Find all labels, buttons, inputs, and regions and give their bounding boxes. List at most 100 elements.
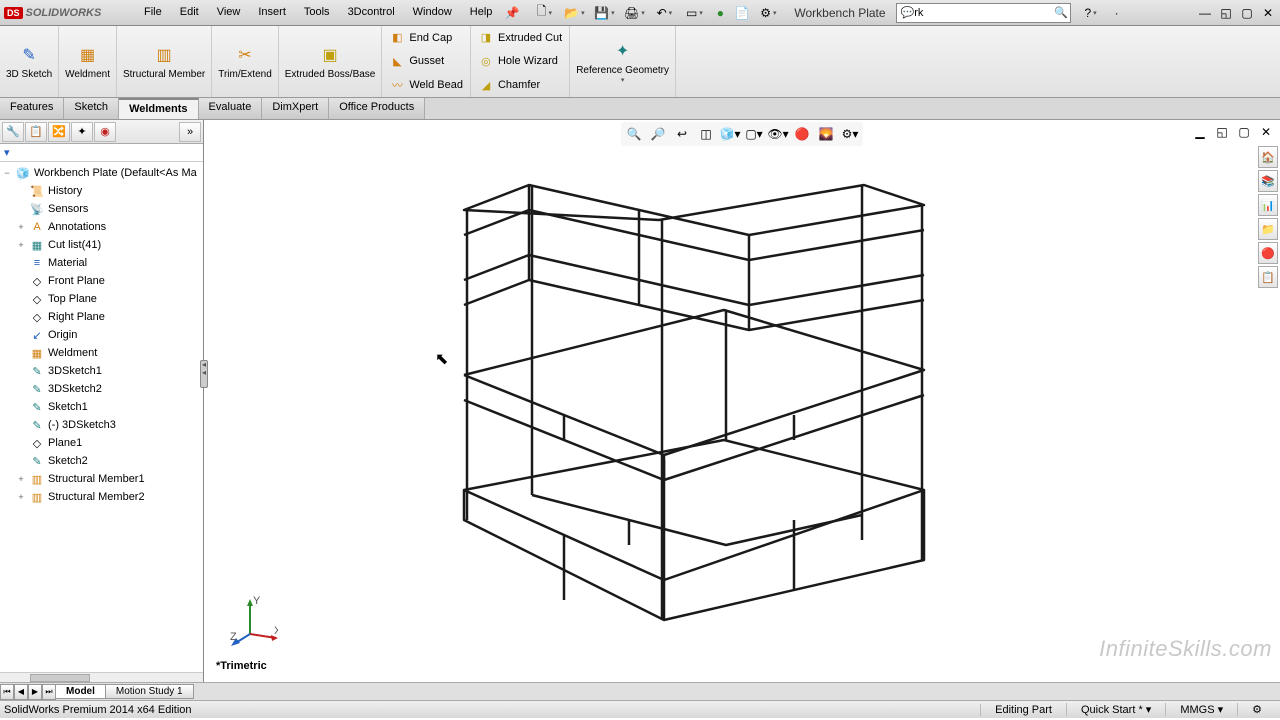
hide-show-icon[interactable]: 👁▾ xyxy=(767,124,789,144)
help-icon[interactable]: ? xyxy=(1077,3,1105,23)
expand-icon[interactable]: + xyxy=(16,222,26,232)
tp-design-library-icon[interactable]: 📚 xyxy=(1258,170,1278,192)
cmd-extruded-cut[interactable]: ◨Extruded Cut xyxy=(475,28,565,48)
cmd-3d-sketch[interactable]: ✎ 3D Sketch xyxy=(0,26,59,97)
print-icon[interactable]: 🖨 xyxy=(620,3,648,23)
doc-max-icon[interactable]: ▢ xyxy=(1234,122,1254,142)
rebuild-icon[interactable]: ● xyxy=(710,3,730,23)
expand-icon[interactable]: + xyxy=(16,492,26,502)
tree-item[interactable]: ✎ 3DSketch2 xyxy=(0,380,203,398)
cmd-weldment[interactable]: ▦ Weldment xyxy=(59,26,117,97)
fm-tab-dimxpert-icon[interactable]: ✦ xyxy=(71,122,93,142)
zoom-area-icon[interactable]: 🔎 xyxy=(647,124,669,144)
edit-appearance-icon[interactable]: 🔴 xyxy=(791,124,813,144)
doc-close-icon[interactable]: ✕ xyxy=(1256,122,1276,142)
menu-window[interactable]: Window xyxy=(405,3,460,23)
open-doc-icon[interactable]: 📂 xyxy=(560,3,588,23)
tree-item[interactable]: ✎ 3DSketch1 xyxy=(0,362,203,380)
fm-tab-feature-tree-icon[interactable]: 🔧 xyxy=(2,122,24,142)
menu-edit[interactable]: Edit xyxy=(172,3,207,23)
fm-filter-bar[interactable]: ▾ xyxy=(0,144,203,162)
expand-icon[interactable]: + xyxy=(16,240,26,250)
menu-3dcontrol[interactable]: 3Dcontrol xyxy=(340,3,403,23)
doc-min-icon[interactable]: ▁ xyxy=(1190,122,1210,142)
tp-view-palette-icon[interactable]: 📁 xyxy=(1258,218,1278,240)
menu-view[interactable]: View xyxy=(209,3,249,23)
tree-item[interactable]: ✎ Sketch1 xyxy=(0,398,203,416)
tree-item[interactable]: + A Annotations xyxy=(0,218,203,236)
minimize-icon[interactable]: — xyxy=(1195,3,1215,23)
tree-item[interactable]: + ▥ Structural Member1 xyxy=(0,470,203,488)
search-box[interactable]: 💬 🔍 xyxy=(896,3,1071,23)
tp-custom-props-icon[interactable]: 📋 xyxy=(1258,266,1278,288)
cmd-extruded-boss[interactable]: ▣ Extruded Boss/Base xyxy=(279,26,383,97)
menu-help[interactable]: Help xyxy=(462,3,501,23)
save-icon[interactable]: 💾 xyxy=(590,3,618,23)
select-icon[interactable]: ▭ xyxy=(680,3,708,23)
fm-expand-icon[interactable]: » xyxy=(179,122,201,142)
display-style-icon[interactable]: ▢▾ xyxy=(743,124,765,144)
bottom-tab-motion[interactable]: Motion Study 1 xyxy=(105,684,194,699)
tab-nav-prev-icon[interactable]: ◀ xyxy=(14,684,28,700)
cmd-weld-bead[interactable]: 〰Weld Bead xyxy=(386,75,466,95)
tp-appearances-icon[interactable]: 🔴 xyxy=(1258,242,1278,264)
tree-item[interactable]: ◇ Plane1 xyxy=(0,434,203,452)
menu-pin-icon[interactable]: 📌 xyxy=(502,3,522,23)
tab-nav-last-icon[interactable]: ⏭ xyxy=(42,684,56,700)
tree-item[interactable]: ✎ Sketch2 xyxy=(0,452,203,470)
graphics-area[interactable]: ◂◂ 🔍 🔎 ↩ ◫ 🧊▾ ▢▾ 👁▾ 🔴 🌄 ⚙▾ ▁ ◱ ▢ ✕ 🏠 📚 📊… xyxy=(204,120,1280,682)
tab-dimxpert[interactable]: DimXpert xyxy=(262,98,329,119)
cmd-structural-member[interactable]: ▥ Structural Member xyxy=(117,26,212,97)
zoom-fit-icon[interactable]: 🔍 xyxy=(623,124,645,144)
cmd-hole-wizard[interactable]: ◎Hole Wizard xyxy=(475,51,565,71)
cmd-chamfer[interactable]: ◢Chamfer xyxy=(475,75,565,95)
fm-tab-config-icon[interactable]: 🔀 xyxy=(48,122,70,142)
tree-item[interactable]: ◇ Front Plane xyxy=(0,272,203,290)
cmd-gusset[interactable]: ◣Gusset xyxy=(386,51,466,71)
options-icon[interactable]: 📄 xyxy=(732,3,752,23)
fm-tab-property-icon[interactable]: 📋 xyxy=(25,122,47,142)
tab-evaluate[interactable]: Evaluate xyxy=(199,98,263,119)
collapse-icon[interactable]: − xyxy=(2,168,12,178)
search-go-icon[interactable]: 🔍 xyxy=(1054,6,1068,19)
previous-view-icon[interactable]: ↩ xyxy=(671,124,693,144)
tree-item[interactable]: + ▥ Structural Member2 xyxy=(0,488,203,506)
tree-item[interactable]: 📡 Sensors xyxy=(0,200,203,218)
doc-restore-icon[interactable]: ◱ xyxy=(1212,122,1232,142)
tab-office-products[interactable]: Office Products xyxy=(329,98,425,119)
restore-icon[interactable]: ◱ xyxy=(1216,3,1236,23)
section-view-icon[interactable]: ◫ xyxy=(695,124,717,144)
tp-file-explorer-icon[interactable]: 📊 xyxy=(1258,194,1278,216)
panel-splitter[interactable]: ◂◂ xyxy=(200,360,208,388)
orientation-triad[interactable]: Y X Z xyxy=(228,596,278,646)
expand-icon[interactable]: + xyxy=(16,474,26,484)
tree-item[interactable]: ↙ Origin xyxy=(0,326,203,344)
tab-nav-next-icon[interactable]: ▶ xyxy=(28,684,42,700)
status-units[interactable]: MMGS ▾ xyxy=(1165,703,1237,716)
tab-weldments[interactable]: Weldments xyxy=(119,98,198,119)
menu-insert[interactable]: Insert xyxy=(250,3,294,23)
tab-features[interactable]: Features xyxy=(0,98,64,119)
apply-scene-icon[interactable]: 🌄 xyxy=(815,124,837,144)
menu-file[interactable]: File xyxy=(136,3,170,23)
fm-tab-display-icon[interactable]: ◉ xyxy=(94,122,116,142)
maximize-icon[interactable]: ▢ xyxy=(1237,3,1257,23)
status-quickstart[interactable]: Quick Start * ▾ xyxy=(1066,703,1165,716)
search-input[interactable] xyxy=(914,7,1054,19)
tab-nav-first-icon[interactable]: ⏮ xyxy=(0,684,14,700)
cmd-reference-geometry[interactable]: ✦ Reference Geometry ▾ xyxy=(570,26,676,97)
view-orientation-icon[interactable]: 🧊▾ xyxy=(719,124,741,144)
tree-item[interactable]: ▦ Weldment xyxy=(0,344,203,362)
tree-root[interactable]: − 🧊 Workbench Plate (Default<As Ma xyxy=(0,164,203,182)
bottom-tab-model[interactable]: Model xyxy=(55,684,106,699)
menu-tools[interactable]: Tools xyxy=(296,3,338,23)
cmd-end-cap[interactable]: ◧End Cap xyxy=(386,28,466,48)
status-custom-icon[interactable]: ⚙ xyxy=(1237,703,1276,716)
tree-item[interactable]: ◇ Top Plane xyxy=(0,290,203,308)
tree-hscrollbar[interactable] xyxy=(0,672,203,682)
settings-icon[interactable]: ⚙ xyxy=(754,3,782,23)
new-doc-icon[interactable]: 🗋 xyxy=(530,3,558,23)
tree-item[interactable]: ≡ Material xyxy=(0,254,203,272)
close-icon[interactable]: ✕ xyxy=(1258,3,1278,23)
cmd-trim-extend[interactable]: ✂ Trim/Extend xyxy=(212,26,279,97)
